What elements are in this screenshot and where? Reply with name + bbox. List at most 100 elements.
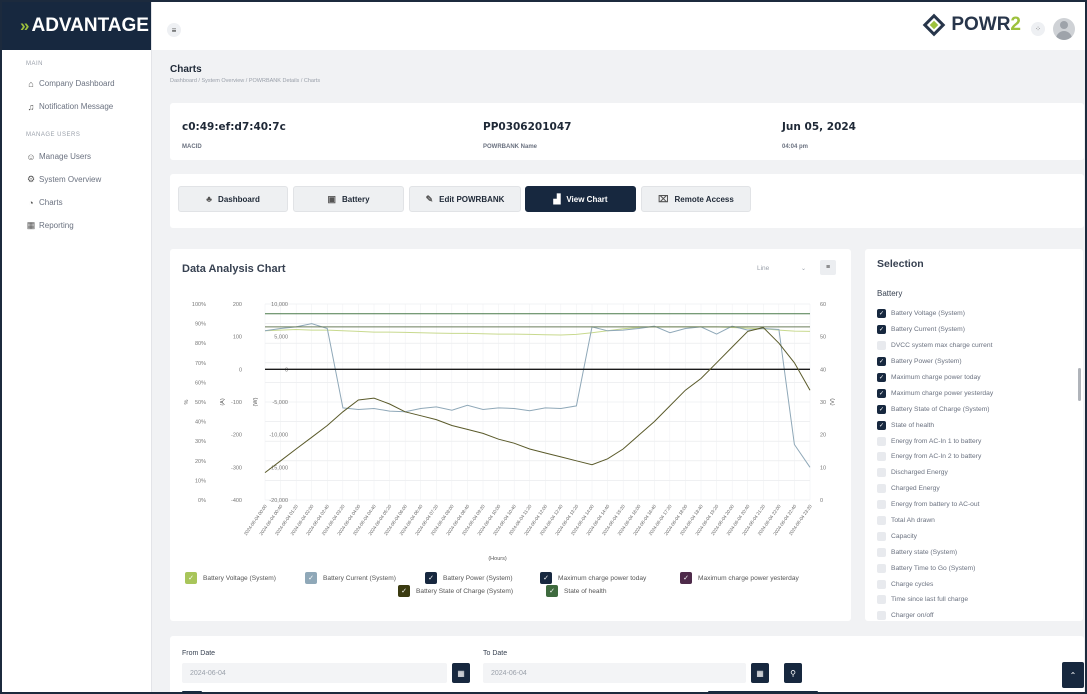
user-avatar[interactable]	[1053, 18, 1075, 40]
selection-item[interactable]: ✓ State of health	[877, 417, 1073, 433]
checkbox[interactable]: ✓	[877, 309, 886, 319]
checkbox[interactable]: ✓	[877, 388, 886, 398]
brand-logo[interactable]: » ADVANTAGE	[2, 2, 151, 50]
legend-checkbox[interactable]: ✓	[540, 572, 552, 584]
selection-item[interactable]: Energy from AC-In 1 to battery	[877, 433, 1073, 449]
calendar-icon: ▦	[756, 668, 764, 678]
legend-checkbox[interactable]: ✓	[185, 572, 197, 584]
tab-view-chart[interactable]: ▟ View Chart	[525, 186, 636, 212]
selection-item-label: Time since last full charge	[891, 596, 969, 604]
sidebar-item-label: System Overview	[39, 175, 102, 184]
selection-item[interactable]: Charger on/off	[877, 608, 1073, 621]
scroll-to-top-button[interactable]: ⌃	[1062, 662, 1084, 688]
tab-remote-access[interactable]: ⌧ Remote Access	[641, 186, 751, 212]
checkbox[interactable]	[877, 484, 886, 494]
hamburger-icon: ≡	[171, 25, 177, 35]
chevron-up-icon: ⌃	[1069, 670, 1077, 680]
selection-item[interactable]: DVCC system max charge current	[877, 338, 1073, 354]
legend-item[interactable]: ✓ Maximum charge power yesterday	[680, 572, 799, 584]
legend-checkbox[interactable]: ✓	[398, 585, 410, 597]
powr2-logo: POWR 2	[922, 13, 1021, 37]
selection-item[interactable]: ✓ Maximum charge power yesterday	[877, 385, 1073, 401]
selection-item-label: Capacity	[891, 532, 918, 540]
search-button[interactable]: ⚲	[784, 663, 802, 683]
legend-item[interactable]: ✓ Battery Power (System)	[425, 572, 513, 584]
checkbox[interactable]	[877, 611, 886, 621]
checkbox[interactable]	[877, 531, 886, 541]
legend-checkbox[interactable]: ✓	[680, 572, 692, 584]
axis-tick-label: 0	[285, 367, 288, 373]
axis-title: (W)	[253, 397, 259, 406]
checkbox[interactable]	[877, 436, 886, 446]
selection-item[interactable]: Energy from AC-In 2 to battery	[877, 449, 1073, 465]
diamond-logo-icon	[922, 13, 946, 37]
tab-battery[interactable]: ▣ Battery	[293, 186, 404, 212]
sidebar-item-charts[interactable]: ◔ Charts	[2, 191, 151, 214]
checkbox[interactable]	[877, 563, 886, 573]
sidebar-item-system-overview[interactable]: ⚙ System Overview	[2, 168, 151, 191]
from-date-picker-button[interactable]: ▦	[452, 663, 470, 683]
selection-item[interactable]: Charge cycles	[877, 576, 1073, 592]
selection-item[interactable]: Capacity	[877, 528, 1073, 544]
selection-item[interactable]: Charged Energy	[877, 481, 1073, 497]
selection-item[interactable]: ✓ Battery State of Charge (System)	[877, 401, 1073, 417]
checkbox[interactable]	[877, 579, 886, 589]
checkbox[interactable]: ✓	[877, 357, 886, 367]
legend-label: Maximum charge power today	[558, 574, 647, 582]
to-date-input[interactable]: 2024-06-04	[483, 663, 746, 683]
from-date-input[interactable]: 2024-06-04	[182, 663, 447, 683]
axis-tick-label: -20,000	[269, 498, 288, 504]
sidebar-item-label: Notification Message	[39, 102, 114, 111]
legend-item[interactable]: ✓ Maximum charge power today	[540, 572, 646, 584]
checkbox[interactable]	[877, 341, 886, 351]
legend-item[interactable]: ✓ Battery Current (System)	[305, 572, 396, 584]
legend-item[interactable]: ✓ Battery State of Charge (System)	[398, 585, 513, 597]
x-axis-title: (Hours)	[488, 556, 507, 562]
device-info-card: c0:49:ef:d7:40:7c MACID PP0306201047 POW…	[170, 103, 1084, 160]
selection-item[interactable]: Energy from battery to AC-out	[877, 497, 1073, 513]
legend-item[interactable]: ✓ Battery Voltage (System)	[185, 572, 276, 584]
selection-item[interactable]: Battery state (System)	[877, 544, 1073, 560]
tab-edit-powrbank[interactable]: ✎ Edit POWRBANK	[409, 186, 521, 212]
axis-tick-label: 10	[820, 465, 826, 471]
sidebar-item-manage-users[interactable]: ☺ Manage Users	[2, 145, 151, 168]
checkbox[interactable]	[877, 500, 886, 510]
checkbox[interactable]	[877, 516, 886, 526]
selection-item[interactable]: ✓ Battery Power (System)	[877, 354, 1073, 370]
checkbox[interactable]	[877, 452, 886, 462]
checkbox[interactable]	[877, 547, 886, 557]
scrollbar-thumb[interactable]	[1078, 368, 1081, 401]
breadcrumb[interactable]: Dashboard / System Overview / POWRBANK D…	[170, 78, 320, 84]
checkbox[interactable]: ✓	[877, 325, 886, 335]
extra-control[interactable]	[182, 691, 202, 692]
selection-item[interactable]: ✓ Battery Current (System)	[877, 322, 1073, 338]
sidebar-item-notification-message[interactable]: ♫ Notification Message	[2, 95, 151, 118]
legend-checkbox[interactable]: ✓	[425, 572, 437, 584]
legend-checkbox[interactable]: ✓	[305, 572, 317, 584]
extra-control[interactable]	[708, 691, 818, 692]
sidebar-item-reporting[interactable]: ▦ Reporting	[2, 214, 151, 237]
to-date-picker-button[interactable]: ▦	[751, 663, 769, 683]
checkbox[interactable]: ✓	[877, 404, 886, 414]
sidebar-item-company-dashboard[interactable]: ⌂ Company Dashboard	[2, 72, 151, 95]
checkbox[interactable]	[877, 595, 886, 605]
legend-label: Battery Voltage (System)	[203, 574, 276, 582]
selection-item[interactable]: Battery Time to Go (System)	[877, 560, 1073, 576]
legend-item[interactable]: ✓ State of health	[546, 585, 607, 597]
checkbox[interactable]: ✓	[877, 420, 886, 430]
sidebar-item-label: Company Dashboard	[39, 79, 115, 88]
top-bar: ≡ POWR 2 ⁘	[152, 2, 1085, 50]
selection-item[interactable]: Time since last full charge	[877, 592, 1073, 608]
apps-button[interactable]: ⁘	[1031, 22, 1045, 36]
legend-checkbox[interactable]: ✓	[546, 585, 558, 597]
section-manage-label: MANAGE USERS	[26, 132, 81, 138]
checkbox[interactable]	[877, 468, 886, 478]
selection-item-label: Maximum charge power today	[891, 374, 981, 381]
menu-toggle-button[interactable]: ≡	[167, 23, 181, 37]
selection-item[interactable]: Total Ah drawn	[877, 513, 1073, 529]
selection-item[interactable]: ✓ Maximum charge power today	[877, 370, 1073, 386]
checkbox[interactable]: ✓	[877, 373, 886, 382]
selection-item[interactable]: Discharged Energy	[877, 465, 1073, 481]
tab-dashboard[interactable]: ♣ Dashboard	[178, 186, 288, 212]
selection-item[interactable]: ✓ Battery Voltage (System)	[877, 306, 1073, 322]
